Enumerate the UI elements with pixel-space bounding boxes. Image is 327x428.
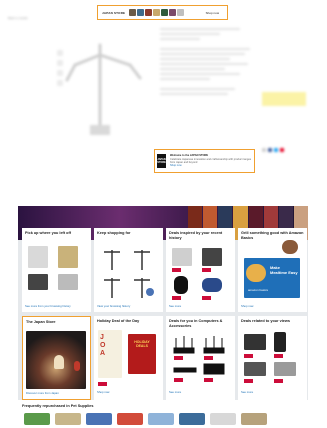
- calendar-letters: JOA: [100, 334, 106, 357]
- product-thumb[interactable]: [244, 362, 266, 376]
- monitor-arm-thumbs[interactable]: [98, 244, 158, 302]
- pet-product-thumb[interactable]: [241, 413, 267, 425]
- frequently-repurchased-row: Frequently repurchased in Pet Supplies: [18, 400, 308, 428]
- mouse-thumb[interactable]: [202, 278, 222, 292]
- pet-product-thumb[interactable]: [117, 413, 143, 425]
- amazon-basics-logo: amazon basics: [248, 288, 269, 292]
- figure-image: [54, 355, 64, 369]
- card-grill-basics[interactable]: Grill something good with Amazon Basics …: [238, 228, 307, 312]
- card-link[interactable]: Shop now: [97, 390, 109, 394]
- card-link[interactable]: Discover more from Japan: [26, 391, 59, 395]
- pizza-image: [246, 264, 266, 282]
- logo-line2: STORE: [157, 161, 166, 164]
- banner-shop-link[interactable]: Shop now: [206, 11, 219, 15]
- product-details: [160, 25, 260, 98]
- japan-store-image[interactable]: [26, 331, 86, 389]
- banner-tile: [161, 9, 169, 16]
- card-title: Deals for you in Computers & Accessories: [169, 319, 223, 328]
- holiday-deals-promo[interactable]: HOLIDAY DEALS: [128, 334, 156, 374]
- deal-badge: [274, 379, 283, 383]
- product-thumb[interactable]: [244, 334, 266, 350]
- product-thumb[interactable]: [28, 246, 48, 268]
- japan-store-welcome-banner[interactable]: JAPAN STORE Welcome to the JAPAN STORE C…: [154, 149, 255, 173]
- card-link[interactable]: See more: [169, 390, 181, 394]
- card-pick-up[interactable]: Pick up where you left off See more from…: [22, 228, 91, 312]
- product-thumb[interactable]: [58, 246, 78, 268]
- japan-store-logo: JAPAN STORE: [157, 154, 167, 168]
- card-title: Deals related to your views: [241, 319, 290, 323]
- card-link[interactable]: Shop now: [241, 304, 253, 308]
- deal-badge: [244, 379, 253, 383]
- figure-image: [74, 361, 80, 371]
- banner-tile: [137, 9, 145, 16]
- banner-tile: [177, 9, 185, 16]
- welcome-link[interactable]: Shop now: [170, 164, 252, 167]
- deal-badge: [202, 296, 211, 300]
- router-thumbs[interactable]: [170, 334, 230, 386]
- share-icons[interactable]: [262, 148, 284, 152]
- product-image-gallery[interactable]: [55, 20, 155, 145]
- section-title: Frequently repurchased in Pet Supplies: [22, 404, 94, 408]
- holiday-promo-text: HOLIDAY DEALS: [134, 340, 150, 349]
- share-icon[interactable]: [280, 148, 284, 152]
- card-holiday-deal[interactable]: Holiday Deal of the Day JOA HOLIDAY DEAL…: [94, 316, 163, 400]
- pet-product-thumb[interactable]: [179, 413, 205, 425]
- product-thumb[interactable]: [58, 274, 78, 290]
- card-link[interactable]: View your browsing history: [97, 304, 130, 308]
- card-link[interactable]: See more: [241, 390, 253, 394]
- banner-tile: [145, 9, 153, 16]
- breadcrumb[interactable]: Back to results: [8, 16, 28, 20]
- pet-product-thumb[interactable]: [148, 413, 174, 425]
- mouse-thumb[interactable]: [174, 276, 188, 294]
- deal-badge: [202, 268, 211, 272]
- repurchase-carousel[interactable]: [24, 413, 267, 425]
- deal-badge: [98, 382, 107, 386]
- banner-image-strip: [129, 9, 185, 16]
- basics-promo-panel[interactable]: Make Mealtime Easy amazon basics: [244, 258, 300, 298]
- promo-text: Make Mealtime Easy: [270, 265, 298, 275]
- monitor-arm-image: [57, 43, 142, 135]
- card-deals-inspired[interactable]: Deals inspired by your recent history Se…: [166, 228, 235, 312]
- card-title: Keep shopping for: [97, 231, 131, 235]
- banner-tile: [129, 9, 137, 16]
- deal-badge: [172, 296, 181, 300]
- product-thumb[interactable]: [274, 362, 296, 376]
- pet-product-thumb[interactable]: [55, 413, 81, 425]
- welcome-subtext: Celebrate Japanese innovation and crafts…: [170, 157, 252, 164]
- welcome-text-block: Welcome to the JAPAN STORE Celebrate Jap…: [170, 154, 252, 168]
- pet-product-thumb[interactable]: [210, 413, 236, 425]
- product-thumb[interactable]: [172, 248, 192, 266]
- banner-tile: [153, 9, 161, 16]
- product-thumb[interactable]: [202, 248, 222, 266]
- card-title: Pick up where you left off: [25, 231, 71, 235]
- card-computers-deals[interactable]: Deals for you in Computers & Accessories…: [166, 316, 235, 400]
- japan-store-top-banner[interactable]: JAPAN STORE Shop now: [97, 5, 228, 20]
- pet-product-thumb[interactable]: [24, 413, 50, 425]
- card-link[interactable]: See more: [169, 304, 181, 308]
- banner-brand: JAPAN STORE: [102, 10, 126, 15]
- card-title: Grill something good with Amazon Basics: [241, 231, 304, 240]
- card-title: Deals inspired by your recent history: [169, 231, 223, 240]
- card-title: Holiday Deal of the Day: [97, 319, 140, 323]
- product-thumb[interactable]: [28, 274, 48, 290]
- share-icon[interactable]: [262, 148, 266, 152]
- deal-badge: [274, 354, 283, 358]
- deal-badge: [172, 268, 181, 272]
- banner-tile: [169, 9, 177, 16]
- food-image: [282, 240, 298, 254]
- card-link[interactable]: See more from your browsing history: [25, 304, 71, 308]
- share-icon[interactable]: [268, 148, 272, 152]
- share-icon[interactable]: [274, 148, 278, 152]
- card-title: The Japan Store: [26, 320, 56, 324]
- add-to-cart-button[interactable]: [262, 92, 306, 106]
- deal-badge: [244, 354, 253, 358]
- pet-product-thumb[interactable]: [86, 413, 112, 425]
- calendar-image[interactable]: JOA: [98, 330, 122, 378]
- product-thumb[interactable]: [274, 332, 286, 352]
- card-japan-store[interactable]: The Japan Store Discover more from Japan: [22, 316, 91, 400]
- card-related-deals[interactable]: Deals related to your views See more: [238, 316, 307, 400]
- card-keep-shopping[interactable]: Keep shopping for View your browsing his…: [94, 228, 163, 312]
